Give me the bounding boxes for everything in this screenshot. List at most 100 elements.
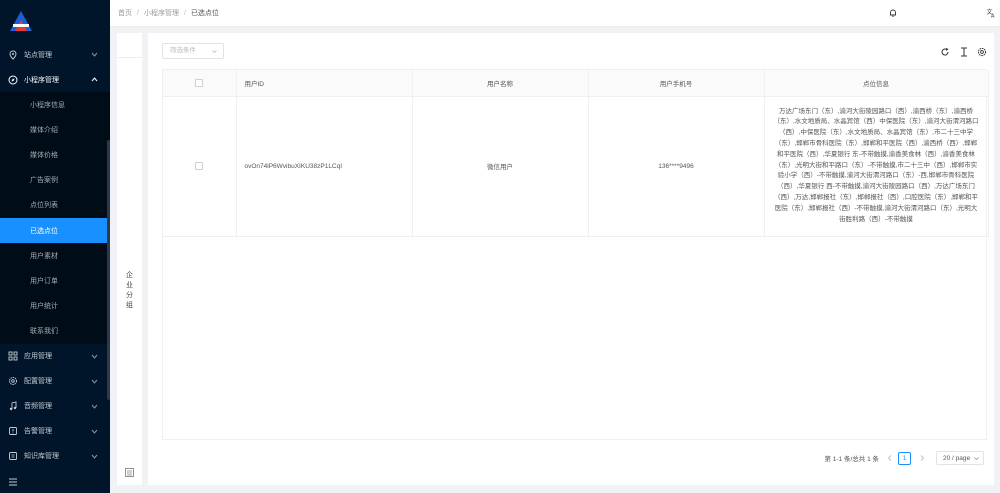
menu-alarm-management[interactable]: 告警管理 [0, 419, 110, 444]
main-content: 筛选条件 用户ID 用户名称 用户手机号 点位信息 ovOn74lP6Wvibu… [148, 33, 994, 485]
chevron-up-icon [91, 77, 98, 82]
enterprise-group-label: 企业分组 [126, 272, 133, 309]
chevron-down-icon [91, 429, 98, 434]
sub-item-label: 媒体介绍 [30, 126, 58, 134]
sidebar: 站点管理 小程序管理 小程序信息 媒体介绍 媒体价格 广告案例 点位列表 已选点… [0, 0, 110, 493]
sidebar-item-selected-locations[interactable]: 已选点位 [0, 217, 110, 244]
breadcrumb-separator: / [183, 9, 186, 17]
row-checkbox-cell [163, 96, 237, 237]
menu-label: 小程序管理 [24, 76, 59, 84]
svg-text:A: A [991, 14, 995, 19]
data-table: 用户ID 用户名称 用户手机号 点位信息 ovOn74lP6WvibuXIKU3… [162, 69, 989, 440]
chevron-down-icon [91, 52, 98, 57]
chevron-down-icon [91, 379, 98, 384]
breadcrumb-home[interactable]: 首页 [118, 8, 132, 18]
select-all-checkbox-cell [163, 70, 237, 97]
bell-icon[interactable] [888, 8, 898, 18]
cell-location-info: 万达广场东门（东）,渝河大街陵园路口（西）,渝西桥（东）,渝西桥（东）,水文地质… [764, 96, 989, 237]
menu-label: 应用管理 [24, 353, 52, 361]
sub-item-label: 用户素材 [30, 252, 58, 260]
menu-label: 配置管理 [24, 378, 52, 386]
next-page-button[interactable] [915, 452, 928, 465]
page-button-current[interactable]: 1 [898, 451, 911, 465]
breadcrumb-current: 已选点位 [190, 10, 219, 17]
sidebar-item-user-stats[interactable]: 用户统计 [0, 294, 110, 319]
alarm-icon [8, 426, 18, 436]
music-icon [8, 401, 18, 411]
sub-item-label: 用户统计 [30, 303, 58, 311]
logo-icon [10, 11, 32, 31]
menu-knowledge-management[interactable]: 知识库管理 [0, 444, 110, 469]
chevron-down-icon [91, 404, 98, 409]
chevron-down-icon [91, 454, 98, 459]
sub-item-label: 媒体价格 [30, 151, 58, 159]
chevron-left-icon [887, 455, 891, 461]
menu-audio-management[interactable]: 音频管理 [0, 394, 110, 419]
sidebar-item-media-intro[interactable]: 媒体介绍 [0, 117, 110, 142]
logo [0, 0, 110, 42]
gear-icon [8, 376, 18, 386]
enterprise-group-panel[interactable]: 企业分组 [117, 33, 142, 485]
sidebar-item-ad-cases[interactable]: 广告案例 [0, 168, 110, 193]
translate-icon[interactable]: 文 A [986, 8, 996, 18]
book-icon [8, 451, 18, 461]
menu-config-management[interactable]: 配置管理 [0, 369, 110, 394]
breadcrumb-miniprogram[interactable]: 小程序管理 [144, 8, 179, 18]
sub-item-label: 联系我们 [30, 328, 58, 336]
prev-page-button[interactable] [883, 452, 896, 465]
chevron-down-icon [91, 354, 98, 359]
sidebar-item-location-list[interactable]: 点位列表 [0, 193, 110, 218]
sidebar-item-user-materials[interactable]: 用户素材 [0, 243, 110, 268]
sub-item-label: 小程序信息 [30, 101, 65, 109]
chevron-down-icon [212, 50, 217, 54]
menu-label: 告警管理 [24, 428, 52, 436]
filter-placeholder: 筛选条件 [170, 47, 196, 54]
select-all-checkbox[interactable] [195, 78, 204, 87]
menu-label: 知识库管理 [24, 453, 59, 461]
column-header-user-id[interactable]: 用户ID [236, 70, 413, 97]
cell-phone: 136****9496 [588, 96, 765, 237]
sidebar-item-miniprogram-info[interactable]: 小程序信息 [0, 92, 110, 117]
chevron-down-icon [974, 457, 979, 461]
chevron-right-icon [920, 455, 924, 461]
column-header-location-info[interactable]: 点位信息 [764, 70, 989, 97]
panel-divider [117, 57, 142, 58]
sub-item-label: 用户订单 [30, 277, 58, 285]
column-header-phone[interactable]: 用户手机号 [588, 70, 765, 97]
setting-icon[interactable] [977, 47, 987, 57]
compass-icon [8, 75, 18, 85]
breadcrumb: 首页 / 小程序管理 / 已选点位 [118, 8, 219, 18]
sidebar-item-contact-us[interactable]: 联系我们 [0, 319, 110, 344]
menu-label: 音频管理 [24, 403, 52, 411]
sidebar-scrollbar[interactable] [107, 140, 110, 400]
submenu: 小程序信息 媒体介绍 媒体价格 广告案例 点位列表 已选点位 用户素材 用户订单… [0, 92, 110, 344]
table: 用户ID 用户名称 用户手机号 点位信息 ovOn74lP6WvibuXIKU3… [163, 70, 989, 237]
column-header-user-name[interactable]: 用户名称 [412, 70, 589, 97]
location-icon [8, 49, 18, 60]
menu-miniprogram-management[interactable]: 小程序管理 [0, 67, 110, 92]
reload-icon[interactable] [940, 47, 950, 57]
pagination: 第 1-1 条/总共 1 条 1 20 / page [824, 451, 984, 465]
menu-app-management[interactable]: 应用管理 [0, 344, 110, 369]
menu-label: 站点管理 [24, 51, 52, 59]
cell-user-id: ovOn74lP6WvibuXIKU38zP1LCqI [236, 96, 413, 237]
menu-collapse-icon[interactable] [8, 477, 18, 487]
menu-site-management[interactable]: 站点管理 [0, 42, 110, 67]
page-size-select[interactable]: 20 / page [936, 451, 984, 465]
filter-select[interactable]: 筛选条件 [162, 43, 224, 59]
table-header-row: 用户ID 用户名称 用户手机号 点位信息 [163, 70, 989, 97]
sub-item-label: 已选点位 [30, 227, 58, 235]
sidebar-item-media-price[interactable]: 媒体价格 [0, 142, 110, 167]
sub-item-label: 广告案例 [30, 177, 58, 185]
sidebar-item-user-orders[interactable]: 用户订单 [0, 268, 110, 293]
panel-toggle-icon[interactable] [125, 468, 134, 477]
cell-user-name: 微信用户 [412, 96, 589, 237]
pagination-summary: 第 1-1 条/总共 1 条 [824, 456, 879, 463]
apps-icon [8, 351, 18, 361]
sub-item-label: 点位列表 [30, 202, 58, 210]
breadcrumb-separator: / [137, 9, 139, 17]
table-row: ovOn74lP6WvibuXIKU38zP1LCqI 微信用户 136****… [163, 96, 989, 237]
row-checkbox[interactable] [195, 162, 204, 170]
page-size-value: 20 / page [943, 454, 971, 462]
column-height-icon[interactable] [959, 47, 969, 57]
